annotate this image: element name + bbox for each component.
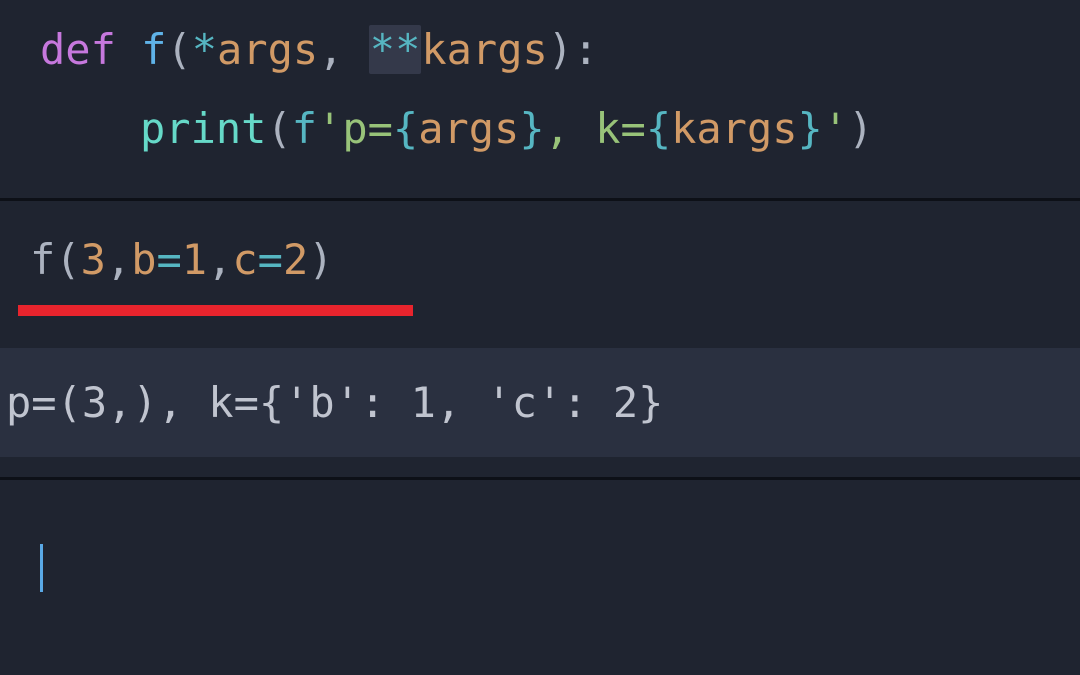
- param-args: args: [217, 25, 318, 74]
- paren-close: ): [548, 25, 573, 74]
- brace-open: {: [393, 104, 418, 153]
- output-area: p=(3,), k={'b': 1, 'c': 2}: [0, 348, 1080, 457]
- comma: ,: [318, 25, 369, 74]
- brace-close: }: [798, 104, 823, 153]
- eq: =: [156, 235, 181, 284]
- starstar-op: **: [369, 25, 422, 74]
- function-name: f: [141, 25, 166, 74]
- paren-close: ): [848, 104, 873, 153]
- code-line-1[interactable]: def f(*args, **kargs):: [0, 10, 1080, 89]
- var-kargs: kargs: [671, 104, 797, 153]
- string-literal: p=: [342, 104, 393, 153]
- var-args: args: [418, 104, 519, 153]
- cell-divider: [0, 198, 1080, 201]
- paren-close: ): [308, 235, 333, 284]
- star-op: *: [192, 25, 217, 74]
- call-print: print: [140, 104, 266, 153]
- string-literal: , k=: [545, 104, 646, 153]
- eq: =: [258, 235, 283, 284]
- colon: :: [573, 25, 598, 74]
- output-text: p=(3,), k={'b': 1, 'c': 2}: [6, 378, 1080, 427]
- code-cell-1[interactable]: def f(*args, **kargs): print(f'p={args},…: [0, 0, 1080, 178]
- number-3: 3: [81, 235, 106, 284]
- keyword-def: def: [40, 25, 116, 74]
- kw-b: b: [131, 235, 156, 284]
- text-cursor: [40, 544, 43, 592]
- code-cell-3[interactable]: [0, 520, 1080, 612]
- fstring-prefix: f: [292, 104, 317, 153]
- paren-open: (: [166, 25, 191, 74]
- quote-close: ': [823, 104, 848, 153]
- code-line-call[interactable]: f(3,b=1,c=2): [0, 228, 1080, 291]
- comma: ,: [106, 235, 131, 284]
- code-cell-2[interactable]: f(3,b=1,c=2): [0, 216, 1080, 316]
- comma: ,: [207, 235, 232, 284]
- code-line-2[interactable]: print(f'p={args}, k={kargs}'): [0, 89, 1080, 168]
- paren-open: (: [266, 104, 291, 153]
- number-2: 2: [283, 235, 308, 284]
- fn-call: f: [30, 235, 55, 284]
- space: [116, 25, 141, 74]
- quote-open: ': [317, 104, 342, 153]
- number-1: 1: [182, 235, 207, 284]
- kw-c: c: [232, 235, 257, 284]
- error-underline: [18, 305, 413, 316]
- cell-divider: [0, 477, 1080, 480]
- brace-close: }: [519, 104, 544, 153]
- brace-open: {: [646, 104, 671, 153]
- param-kargs: kargs: [421, 25, 547, 74]
- paren-open: (: [55, 235, 80, 284]
